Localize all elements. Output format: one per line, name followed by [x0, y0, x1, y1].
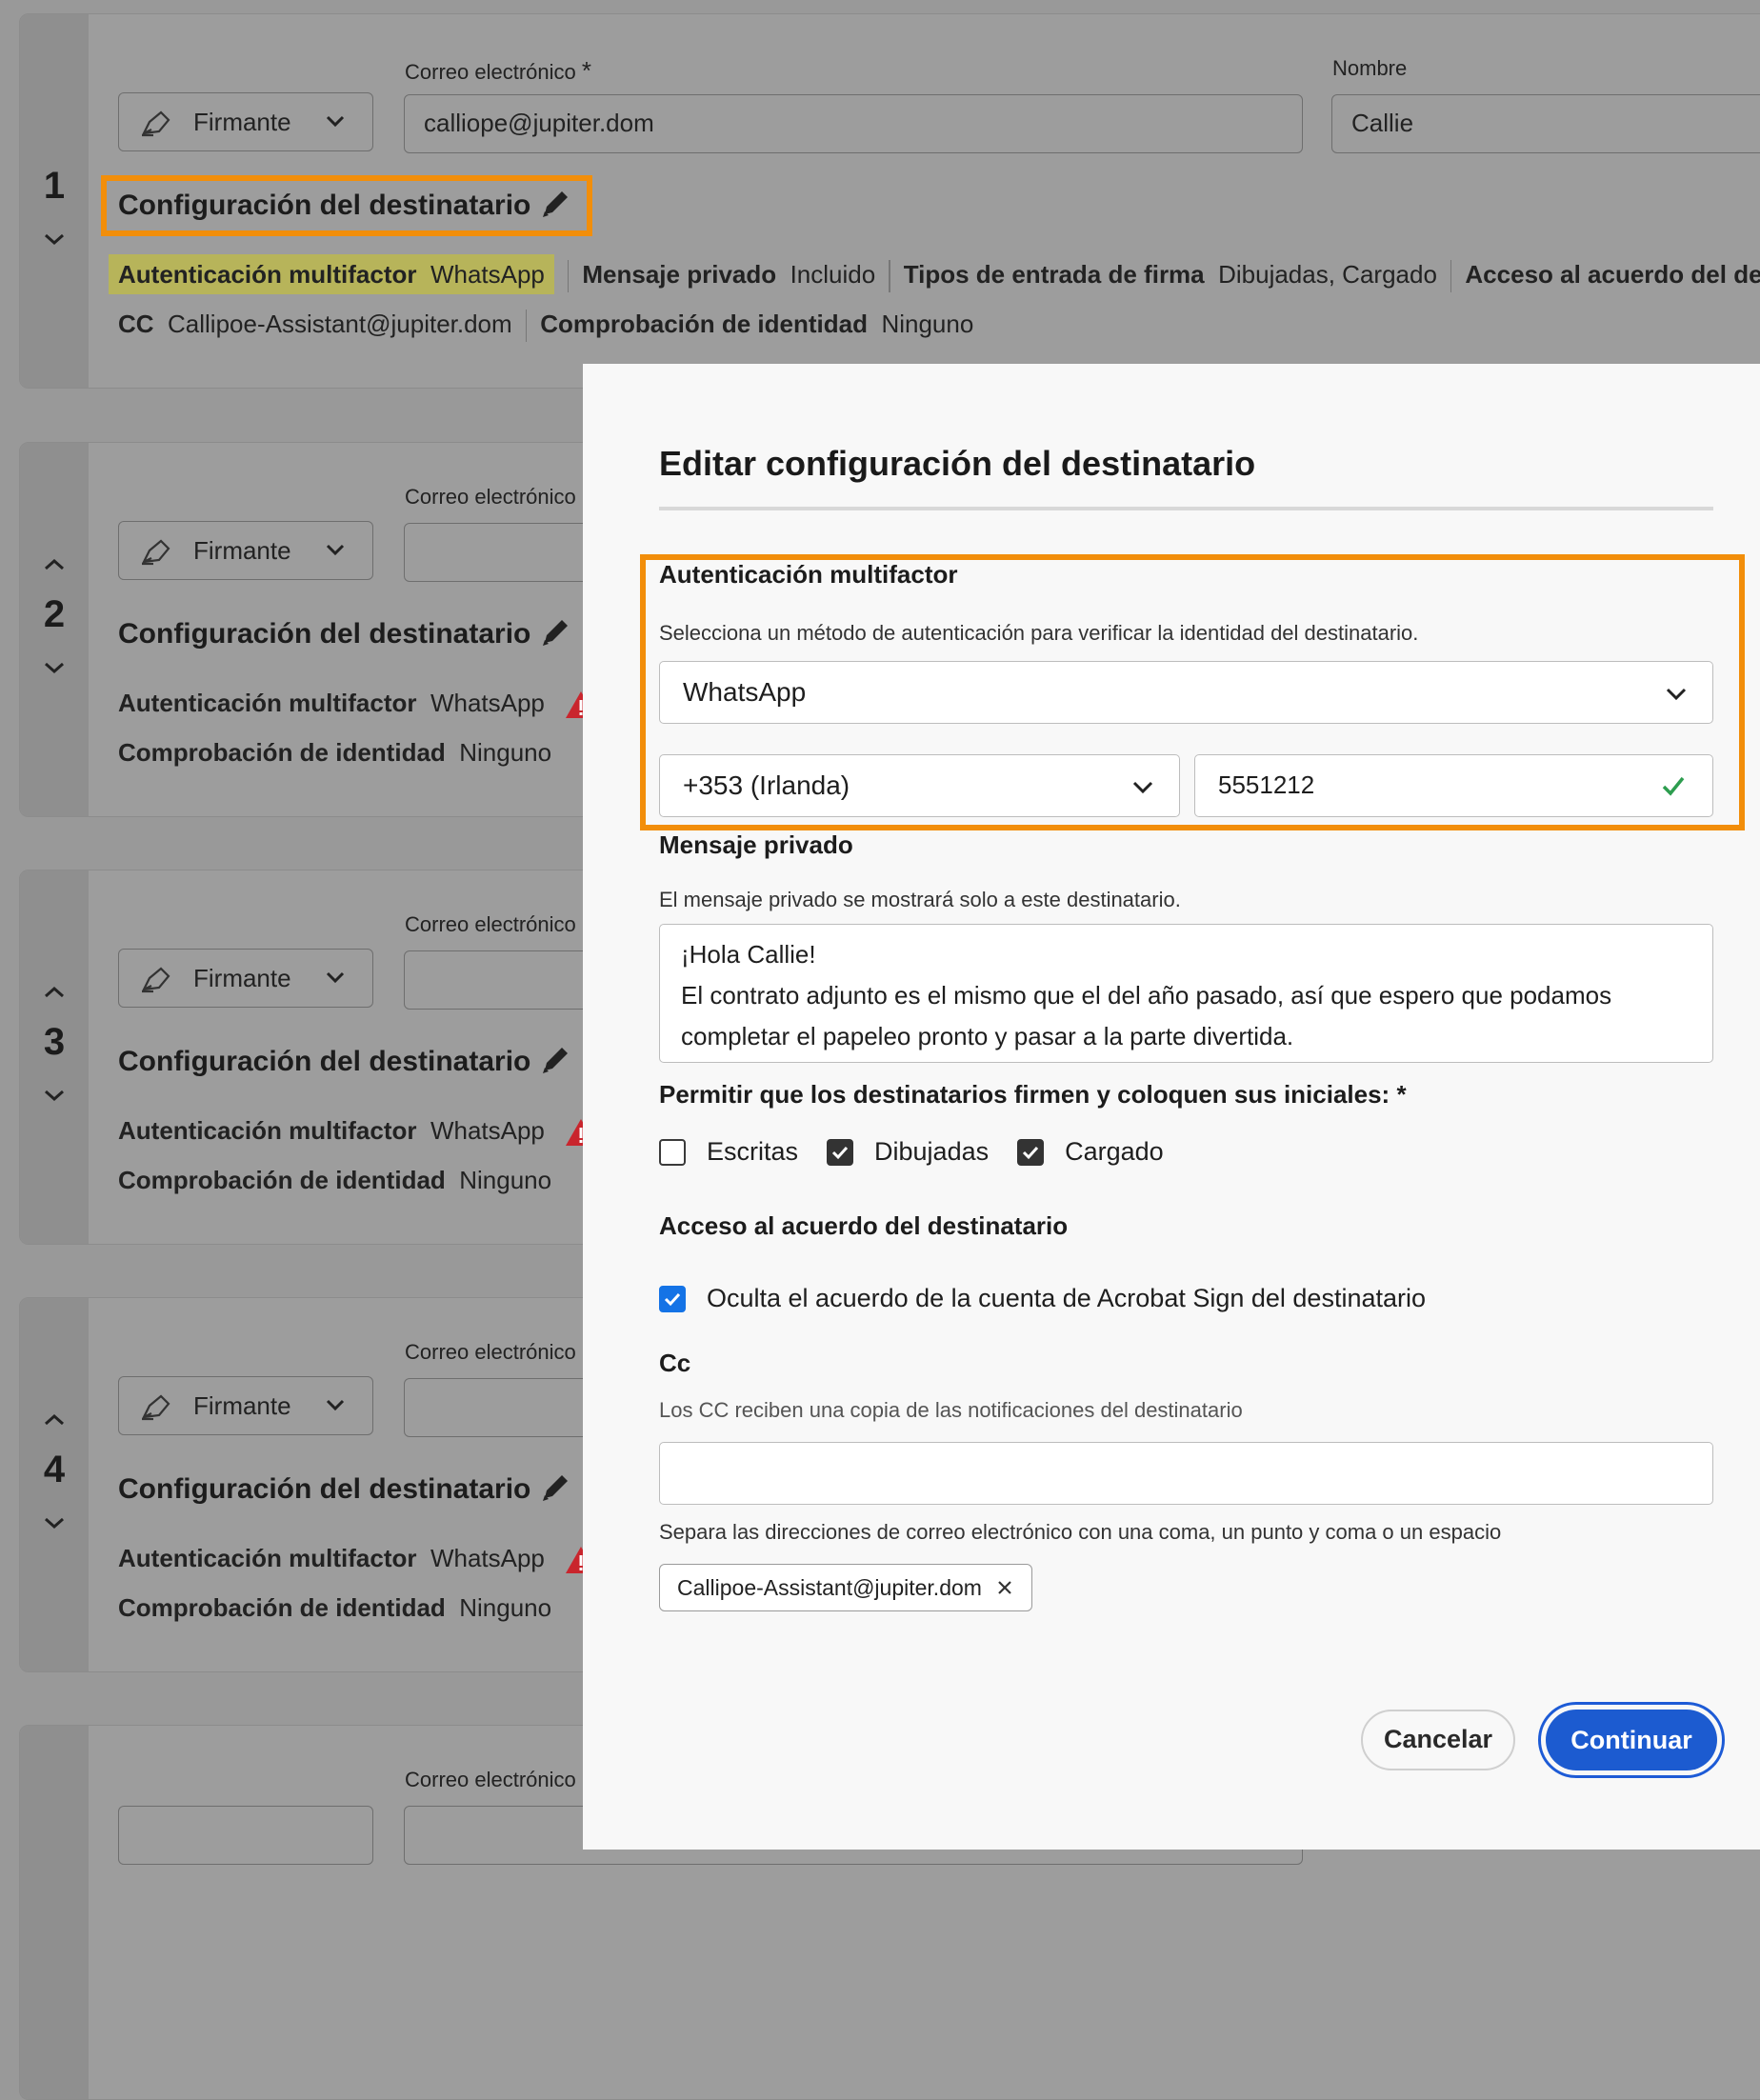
- recipient-summary-row1: Autenticación multifactor WhatsApp: [118, 1116, 597, 1148]
- name-field[interactable]: Callie: [1331, 94, 1760, 153]
- mfa-method-value: WhatsApp: [683, 677, 807, 707]
- escritas-checkbox[interactable]: [659, 1138, 686, 1166]
- pencil-icon[interactable]: [539, 1470, 573, 1504]
- mfa-summary: Autenticación multifactor WhatsApp: [109, 254, 554, 294]
- mfa-description: Selecciona un método de autenticación pa…: [659, 621, 1419, 645]
- modal-title: Editar configuración del destinatario: [659, 444, 1256, 483]
- role-dropdown[interactable]: [118, 1806, 373, 1865]
- recipient-number: 4: [43, 1449, 66, 1490]
- cc-chip: Callipoe-Assistant@jupiter.dom: [659, 1564, 1032, 1611]
- divider: [659, 507, 1713, 510]
- role-label: Firmante: [193, 1391, 291, 1420]
- role-dropdown[interactable]: Firmante: [118, 949, 373, 1008]
- recipient-summary-row2: Comprobación de identidad Ninguno: [118, 738, 552, 767]
- cancel-button[interactable]: Cancelar: [1361, 1710, 1515, 1770]
- access-option[interactable]: Oculta el acuerdo de la cuenta de Acroba…: [659, 1284, 1426, 1313]
- private-message-textarea[interactable]: ¡Hola Callie! El contrato adjunto es el …: [659, 924, 1713, 1063]
- card-rail: 2: [20, 443, 89, 816]
- private-message-description: El mensaje privado se mostrará solo a es…: [659, 888, 1181, 911]
- chevron-up-icon[interactable]: [43, 555, 66, 574]
- role-dropdown[interactable]: Firmante: [118, 1376, 373, 1435]
- recipient-config-title: Configuración del destinatario: [118, 1473, 531, 1505]
- checkmark-icon: [664, 1292, 681, 1306]
- email-label: Correo electrónico *: [405, 56, 591, 85]
- email-field[interactable]: calliope@jupiter.dom: [404, 94, 1303, 153]
- checkmark-icon: [1023, 1146, 1039, 1159]
- dibujadas-checkbox[interactable]: [827, 1138, 854, 1166]
- role-label: Firmante: [193, 108, 291, 136]
- chevron-down-icon: [326, 1399, 345, 1411]
- card-rail: 1: [20, 14, 89, 388]
- chevron-down-icon: [1666, 688, 1687, 701]
- card-rail: [20, 1726, 89, 2099]
- checkmark-icon: [831, 1146, 849, 1159]
- chevron-down-icon[interactable]: [43, 1086, 66, 1105]
- recipient-summary-row1: Autenticación multifactor WhatsApp: [118, 689, 597, 720]
- chevron-down-icon[interactable]: [43, 1513, 66, 1532]
- chevron-up-icon[interactable]: [43, 983, 66, 1002]
- option-dibujadas[interactable]: Dibujadas: [827, 1137, 989, 1167]
- config-title-highlight: [101, 175, 592, 236]
- email-label: Correo electrónico: [405, 485, 576, 509]
- pen-icon: [142, 110, 170, 137]
- option-escritas[interactable]: Escritas: [659, 1137, 798, 1167]
- role-dropdown[interactable]: Firmante: [118, 521, 373, 580]
- email-label: Correo electrónico: [405, 1340, 576, 1364]
- recipient-summary-row1: Autenticación multifactor WhatsApp Mensaj…: [109, 254, 1760, 294]
- cc-description: Los CC reciben una copia de las notifica…: [659, 1398, 1243, 1422]
- name-label: Nombre: [1332, 56, 1408, 80]
- recipient-summary-row1: Autenticación multifactor WhatsApp: [118, 1544, 597, 1575]
- mfa-heading: Autenticación multifactor: [659, 560, 958, 589]
- recipient-summary-row2: CC Callipoe-Assistant@jupiter.dom Comprob…: [118, 310, 973, 343]
- cc-heading: Cc: [659, 1349, 691, 1377]
- chevron-down-icon[interactable]: [43, 658, 66, 677]
- chevron-up-icon[interactable]: [43, 1410, 66, 1430]
- recipient-config-title: Configuración del destinatario: [118, 618, 531, 650]
- recipient-number: 3: [43, 1021, 66, 1063]
- phone-input[interactable]: 5551212: [1194, 754, 1713, 817]
- close-icon[interactable]: [997, 1580, 1012, 1595]
- recipient-number: 1: [43, 165, 66, 207]
- chevron-down-icon: [1132, 781, 1153, 794]
- mfa-method-select[interactable]: WhatsApp: [659, 661, 1713, 724]
- pencil-icon[interactable]: [539, 614, 573, 649]
- continue-button[interactable]: Continuar: [1546, 1710, 1717, 1770]
- access-heading: Acceso al acuerdo del destinatario: [659, 1211, 1069, 1240]
- chevron-down-icon[interactable]: [43, 230, 66, 249]
- card-rail: 4: [20, 1298, 89, 1671]
- pen-icon: [142, 967, 170, 993]
- role-label: Firmante: [193, 964, 291, 992]
- country-code-value: +353 (Irlanda): [683, 770, 850, 800]
- country-code-select[interactable]: +353 (Irlanda): [659, 754, 1180, 817]
- email-label: Correo electrónico: [405, 912, 576, 936]
- recipient-config-title: Configuración del destinatario: [118, 1046, 531, 1077]
- cc-chip-label: Callipoe-Assistant@jupiter.dom: [677, 1574, 982, 1600]
- recipient-summary-row2: Comprobación de identidad Ninguno: [118, 1593, 552, 1622]
- private-message-heading: Mensaje privado: [659, 830, 853, 859]
- cc-input[interactable]: [659, 1442, 1713, 1505]
- email-label: Correo electrónico: [405, 1768, 576, 1791]
- role-label: Firmante: [193, 536, 291, 565]
- option-cargado[interactable]: Cargado: [1017, 1137, 1164, 1167]
- pencil-icon[interactable]: [539, 1042, 573, 1076]
- phone-value: 5551212: [1218, 770, 1315, 799]
- pen-icon: [142, 1394, 170, 1421]
- cargado-checkbox[interactable]: [1017, 1138, 1045, 1166]
- chevron-down-icon: [326, 115, 345, 128]
- hide-agreement-checkbox[interactable]: [659, 1285, 686, 1312]
- chevron-down-icon: [326, 544, 345, 556]
- recipient-number: 2: [43, 593, 66, 635]
- card-rail: 3: [20, 870, 89, 1244]
- pen-icon: [142, 539, 170, 566]
- signature-types-heading: Permitir que los destinatarios firmen y …: [659, 1080, 1407, 1109]
- chevron-down-icon: [326, 971, 345, 984]
- checkmark-icon: [1662, 776, 1685, 796]
- edit-recipient-modal: Editar configuración del destinatario Au…: [583, 364, 1760, 1850]
- recipient-summary-row2: Comprobación de identidad Ninguno: [118, 1166, 552, 1194]
- role-dropdown[interactable]: Firmante: [118, 92, 373, 151]
- signature-types-options: Escritas Dibujadas Cargado: [659, 1137, 1192, 1167]
- cc-helper: Separa las direcciones de correo electró…: [659, 1520, 1502, 1544]
